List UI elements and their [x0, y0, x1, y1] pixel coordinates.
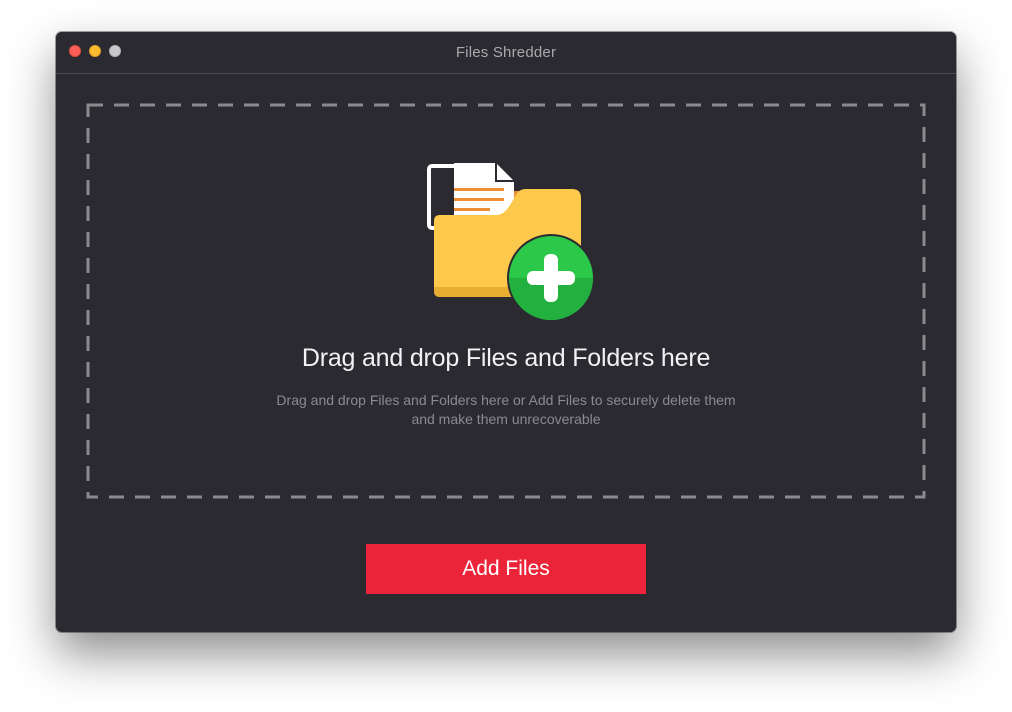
folder-add-icon: [427, 163, 595, 322]
app-window: Files Shredder Drag and drop Files and F…: [56, 32, 956, 632]
drop-zone[interactable]: Drag and drop Files and Folders here Dra…: [86, 103, 926, 499]
title-bar[interactable]: Files Shredder: [56, 32, 956, 74]
add-files-button[interactable]: Add Files: [366, 544, 646, 594]
drop-zone-heading: Drag and drop Files and Folders here: [301, 344, 711, 372]
drop-zone-description: Drag and drop Files and Folders here or …: [276, 392, 736, 427]
window-title: Files Shredder: [455, 44, 557, 61]
